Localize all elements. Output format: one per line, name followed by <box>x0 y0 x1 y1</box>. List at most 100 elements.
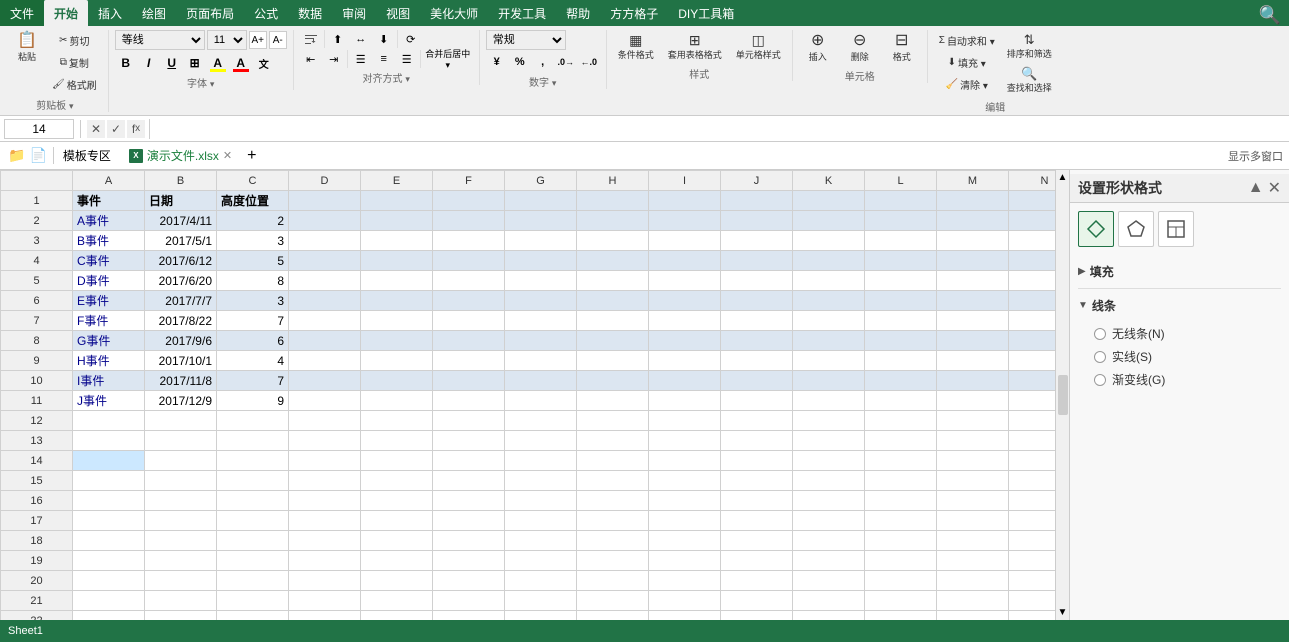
cell-19-2[interactable] <box>145 551 217 571</box>
cell-16-3[interactable] <box>217 491 289 511</box>
cell-22-2[interactable] <box>145 611 217 621</box>
cell-15-1[interactable] <box>73 471 145 491</box>
cell-7-2[interactable]: 2017/8/22 <box>145 311 217 331</box>
tab-review[interactable]: 审阅 <box>332 0 376 26</box>
cell-4-9[interactable] <box>649 251 721 271</box>
delete-button[interactable]: ⊖ 删除 <box>841 30 879 66</box>
cell-15-2[interactable] <box>145 471 217 491</box>
find-select-button[interactable]: 🔍 查找和选择 <box>1002 64 1057 97</box>
cell-20-6[interactable] <box>433 571 505 591</box>
cell-4-2[interactable]: 2017/6/12 <box>145 251 217 271</box>
cell-14-4[interactable] <box>289 451 361 471</box>
cell-5-13[interactable] <box>937 271 1009 291</box>
row-header-17[interactable]: 17 <box>1 511 73 531</box>
cell-6-2[interactable]: 2017/7/7 <box>145 291 217 311</box>
cell-8-11[interactable] <box>793 331 865 351</box>
cell-15-7[interactable] <box>505 471 577 491</box>
percent-button[interactable]: % <box>509 52 531 72</box>
cell-2-2[interactable]: 2017/4/11 <box>145 211 217 231</box>
cell-10-4[interactable] <box>289 371 361 391</box>
cell-1-14[interactable] <box>1009 191 1056 211</box>
cell-4-10[interactable] <box>721 251 793 271</box>
cell-2-4[interactable] <box>289 211 361 231</box>
cell-3-7[interactable] <box>505 231 577 251</box>
cell-8-8[interactable] <box>577 331 649 351</box>
tab-start[interactable]: 开始 <box>44 0 88 26</box>
font-name-select[interactable]: 等线 <box>115 30 205 50</box>
indent-decrease-button[interactable]: ⇤ <box>300 50 322 68</box>
cell-10-6[interactable] <box>433 371 505 391</box>
cell-18-13[interactable] <box>937 531 1009 551</box>
cell-20-4[interactable] <box>289 571 361 591</box>
tab-insert[interactable]: 插入 <box>88 0 132 26</box>
cell-21-11[interactable] <box>793 591 865 611</box>
cell-4-11[interactable] <box>793 251 865 271</box>
cell-3-13[interactable] <box>937 231 1009 251</box>
cell-6-10[interactable] <box>721 291 793 311</box>
tab-formula[interactable]: 公式 <box>244 0 288 26</box>
cell-6-14[interactable] <box>1009 291 1056 311</box>
tab-view[interactable]: 视图 <box>376 0 420 26</box>
cell-5-11[interactable] <box>793 271 865 291</box>
cell-1-10[interactable] <box>721 191 793 211</box>
decimal-decrease-button[interactable]: ←.0 <box>578 52 600 72</box>
col-header-e[interactable]: E <box>361 171 433 191</box>
cell-1-9[interactable] <box>649 191 721 211</box>
row-header-2[interactable]: 2 <box>1 211 73 231</box>
number-format-select[interactable]: 常规 <box>486 30 566 50</box>
font-size-select[interactable]: 11 <box>207 30 247 50</box>
cell-20-12[interactable] <box>865 571 937 591</box>
solid-line-option[interactable]: 实线(S) <box>1094 345 1281 368</box>
cell-19-4[interactable] <box>289 551 361 571</box>
cell-2-8[interactable] <box>577 211 649 231</box>
cell-16-6[interactable] <box>433 491 505 511</box>
diamond-shape-button[interactable] <box>1078 211 1114 247</box>
cell-4-14[interactable] <box>1009 251 1056 271</box>
cell-1-13[interactable] <box>937 191 1009 211</box>
cell-22-8[interactable] <box>577 611 649 621</box>
sort-filter-button[interactable]: ⇅ 排序和筛选 <box>1002 30 1057 63</box>
cell-1-7[interactable] <box>505 191 577 211</box>
cell-18-11[interactable] <box>793 531 865 551</box>
underline-button[interactable]: U <box>161 53 183 73</box>
cell-14-2[interactable] <box>145 451 217 471</box>
cell-11-5[interactable] <box>361 391 433 411</box>
cell-8-13[interactable] <box>937 331 1009 351</box>
cell-21-1[interactable] <box>73 591 145 611</box>
cell-5-4[interactable] <box>289 271 361 291</box>
cell-11-1[interactable]: J事件 <box>73 391 145 411</box>
cell-20-10[interactable] <box>721 571 793 591</box>
row-header-19[interactable]: 19 <box>1 551 73 571</box>
cell-7-1[interactable]: F事件 <box>73 311 145 331</box>
cell-3-2[interactable]: 2017/5/1 <box>145 231 217 251</box>
cell-1-5[interactable] <box>361 191 433 211</box>
tab-file[interactable]: 文件 <box>0 0 44 26</box>
cell-17-8[interactable] <box>577 511 649 531</box>
cell-15-14[interactable] <box>1009 471 1056 491</box>
cell-13-8[interactable] <box>577 431 649 451</box>
cell-6-9[interactable] <box>649 291 721 311</box>
cell-11-10[interactable] <box>721 391 793 411</box>
cell-15-8[interactable] <box>577 471 649 491</box>
cell-11-11[interactable] <box>793 391 865 411</box>
cell-9-14[interactable] <box>1009 351 1056 371</box>
cell-16-7[interactable] <box>505 491 577 511</box>
font-color-button[interactable]: A <box>230 53 252 73</box>
cell-4-1[interactable]: C事件 <box>73 251 145 271</box>
col-header-l[interactable]: L <box>865 171 937 191</box>
cell-15-3[interactable] <box>217 471 289 491</box>
col-header-g[interactable]: G <box>505 171 577 191</box>
row-header-9[interactable]: 9 <box>1 351 73 371</box>
template-tab[interactable]: 模板专区 <box>54 143 120 168</box>
cell-9-12[interactable] <box>865 351 937 371</box>
cell-10-8[interactable] <box>577 371 649 391</box>
cell-5-3[interactable]: 8 <box>217 271 289 291</box>
cell-17-3[interactable] <box>217 511 289 531</box>
cell-1-11[interactable] <box>793 191 865 211</box>
fill-button[interactable]: ⬇ 填充 ▾ <box>934 52 1000 73</box>
cell-3-14[interactable] <box>1009 231 1056 251</box>
cell-16-12[interactable] <box>865 491 937 511</box>
row-header-5[interactable]: 5 <box>1 271 73 291</box>
cell-15-10[interactable] <box>721 471 793 491</box>
cell-15-6[interactable] <box>433 471 505 491</box>
